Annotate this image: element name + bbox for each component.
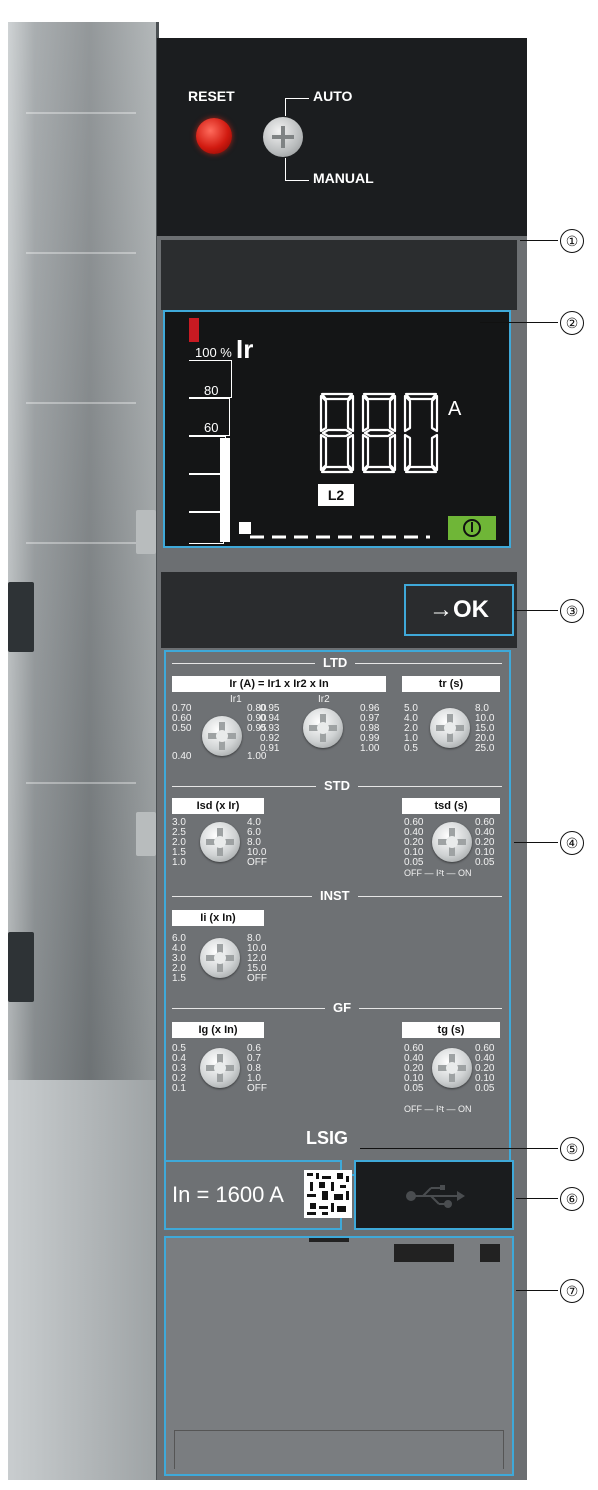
ir2-dial[interactable]	[303, 708, 343, 748]
tr-dial-right-scale: 8.0 10.0 15.0 20.0 25.0	[475, 703, 495, 754]
tsd-i2t-label: OFF — I²t — ON	[404, 868, 472, 878]
tr-field-label: tr (s)	[402, 676, 500, 692]
ir1-dial[interactable]	[202, 716, 242, 756]
ir2-dial-left-scale: 0.95 0.94 0.93 0.92 0.91	[260, 703, 280, 754]
callout-leader	[516, 1290, 558, 1291]
isd-dial-left-scale: 3.0 2.5 2.0 1.5 1.0	[172, 817, 186, 868]
ir1-dial-left-scale: 0.70 0.60 0.50	[172, 703, 192, 734]
auto-mode-label: AUTO	[313, 88, 353, 104]
tsd-field-label: tsd (s)	[402, 798, 500, 814]
callout-7: ⑦	[560, 1279, 584, 1303]
ir1-dial-min: 0.40	[172, 751, 192, 762]
tg-i2t-label: OFF — I²t — ON	[404, 1104, 472, 1114]
callout-1: ①	[560, 229, 584, 253]
alarm-flag-icon	[189, 318, 199, 342]
callout-leader	[516, 1198, 558, 1199]
ir2-dial-label: Ir2	[318, 694, 330, 705]
callout-6: ⑥	[560, 1187, 584, 1211]
power-status-icon	[448, 516, 496, 540]
std-section-title: STD	[316, 778, 358, 793]
ir2-dial-right-scale: 0.96 0.97 0.98 0.99 1.00	[360, 703, 380, 754]
inst-section-title: INST	[312, 888, 358, 903]
ir-formula-label: Ir (A) = Ir1 x Ir2 x In	[172, 676, 386, 692]
ok-button[interactable]: →OK	[404, 584, 514, 636]
load-bar-segment	[189, 398, 230, 436]
callout-leader	[360, 1148, 558, 1149]
load-bar-segment	[189, 512, 224, 544]
cover-notch	[309, 1238, 349, 1242]
callout-leader	[514, 610, 558, 611]
reset-button[interactable]	[196, 118, 232, 154]
tg-field-label: tg (s)	[402, 1022, 500, 1038]
ir1-dial-label: Ir1	[230, 694, 242, 705]
callout-leader	[514, 842, 558, 843]
phase-indicator: L2	[318, 484, 354, 506]
isd-dial-right-scale: 4.0 6.0 8.0 10.0 OFF	[247, 817, 267, 868]
tg-dial-right-scale: 0.60 0.40 0.20 0.10 0.05	[475, 1043, 495, 1094]
cover-lower-tab[interactable]	[8, 1080, 156, 1480]
current-reading-digits	[319, 392, 439, 474]
ig-dial-right-scale: 0.6 0.7 0.8 1.0 OFF	[247, 1043, 267, 1094]
tr-dial-left-scale: 5.0 4.0 2.0 1.0 0.5	[404, 703, 418, 754]
callout-leader	[520, 240, 558, 241]
lcd-dash-row	[250, 535, 430, 539]
qr-code-icon	[304, 1170, 352, 1218]
arrow-right-icon: →	[429, 596, 453, 623]
load-bar-segment	[189, 474, 224, 512]
callout-3: ③	[560, 599, 584, 623]
gf-section-title: GF	[325, 1000, 360, 1015]
ig-dial[interactable]	[200, 1048, 240, 1088]
callout-leader	[480, 322, 558, 323]
cover-clip	[480, 1244, 500, 1262]
rated-current-label: In = 1600 A	[172, 1182, 284, 1207]
tsd-dial-right-scale: 0.60 0.40 0.20 0.10 0.05	[475, 817, 495, 868]
callout-4: ④	[560, 831, 584, 855]
reset-label: RESET	[188, 88, 235, 104]
cover-slot	[174, 1430, 504, 1469]
ii-dial-right-scale: 8.0 10.0 12.0 15.0 OFF	[247, 933, 267, 984]
cover-clip	[394, 1244, 454, 1262]
callout-2: ②	[560, 311, 584, 335]
ltd-section-title: LTD	[315, 655, 356, 670]
isd-dial[interactable]	[200, 822, 240, 862]
manual-mode-label: MANUAL	[313, 170, 374, 186]
usb-icon	[406, 1185, 465, 1208]
parameter-label: Ir	[236, 334, 254, 364]
mode-selector-screw[interactable]	[263, 117, 303, 157]
tsd-dial-left-scale: 0.60 0.40 0.20 0.10 0.05	[404, 817, 424, 868]
ii-field-label: Ii (x In)	[172, 910, 264, 926]
ig-dial-left-scale: 0.5 0.4 0.3 0.2 0.1	[172, 1043, 186, 1094]
tsd-dial[interactable]	[432, 822, 472, 862]
reading-unit: A	[448, 398, 462, 420]
ii-dial[interactable]	[200, 938, 240, 978]
callout-5: ⑤	[560, 1137, 584, 1161]
label-strip	[161, 240, 517, 310]
model-label: LSIG	[306, 1128, 349, 1148]
percent-label: 100 %	[195, 345, 232, 360]
load-bar-fill	[220, 438, 230, 542]
isd-field-label: Isd (x Ir)	[172, 798, 264, 814]
tg-dial[interactable]	[432, 1048, 472, 1088]
ok-button-label: OK	[453, 596, 489, 623]
ig-field-label: Ig (x In)	[172, 1022, 264, 1038]
tr-dial[interactable]	[430, 708, 470, 748]
tg-dial-left-scale: 0.60 0.40 0.20 0.10 0.05	[404, 1043, 424, 1094]
load-bar-segment	[189, 360, 232, 398]
ii-dial-left-scale: 6.0 4.0 3.0 2.0 1.5	[172, 933, 186, 984]
